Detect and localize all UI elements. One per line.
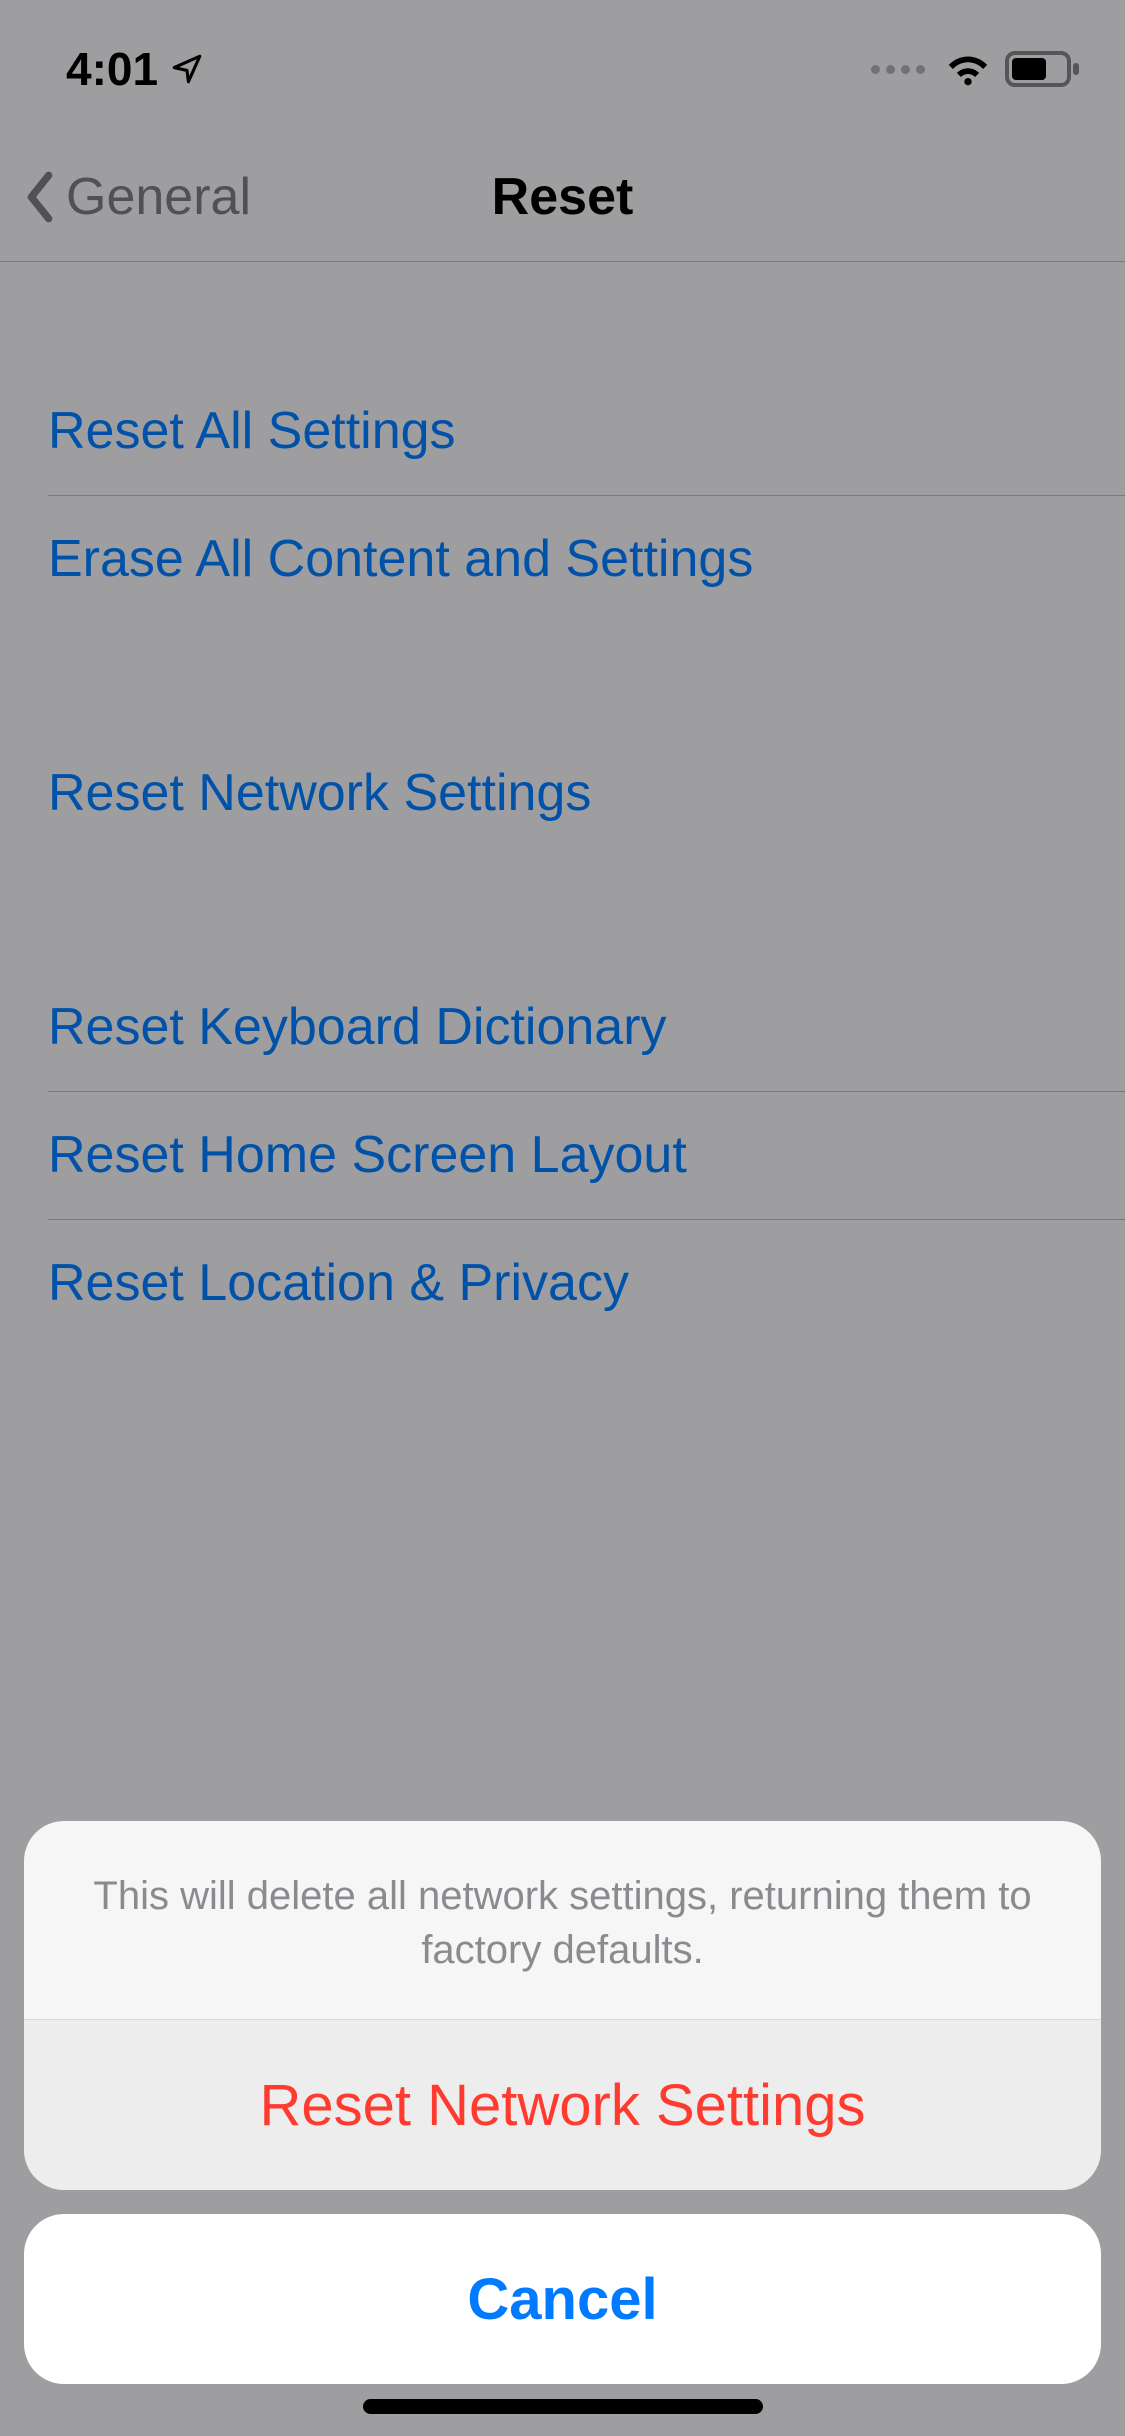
reset-all-settings-row[interactable]: Reset All Settings xyxy=(0,367,1125,495)
battery-icon xyxy=(1005,51,1081,87)
settings-group: Reset Keyboard Dictionary Reset Home Scr… xyxy=(0,962,1125,1348)
reset-keyboard-dictionary-row[interactable]: Reset Keyboard Dictionary xyxy=(0,963,1125,1091)
erase-all-content-row[interactable]: Erase All Content and Settings xyxy=(0,495,1125,623)
back-label: General xyxy=(66,167,251,227)
row-label: Reset Location & Privacy xyxy=(48,1253,629,1313)
navigation-bar: General Reset xyxy=(0,132,1125,262)
back-button[interactable]: General xyxy=(22,132,251,261)
wifi-icon xyxy=(945,51,991,87)
settings-group: Reset Network Settings xyxy=(0,728,1125,858)
action-sheet-card: This will delete all network settings, r… xyxy=(24,1821,1101,2190)
page-title: Reset xyxy=(492,167,634,227)
row-label: Reset Home Screen Layout xyxy=(48,1125,687,1185)
status-time: 4:01 xyxy=(66,42,158,96)
location-services-icon xyxy=(170,52,204,86)
home-indicator[interactable] xyxy=(363,2399,763,2414)
cancel-button[interactable]: Cancel xyxy=(24,2214,1101,2384)
confirm-reset-network-button[interactable]: Reset Network Settings xyxy=(24,2020,1101,2190)
settings-group: Reset All Settings Erase All Content and… xyxy=(0,366,1125,624)
action-sheet: This will delete all network settings, r… xyxy=(0,1821,1125,2436)
action-sheet-message: This will delete all network settings, r… xyxy=(24,1821,1101,2020)
row-label: Reset All Settings xyxy=(48,401,456,461)
reset-network-settings-row[interactable]: Reset Network Settings xyxy=(0,729,1125,857)
reset-location-privacy-row[interactable]: Reset Location & Privacy xyxy=(0,1219,1125,1347)
status-bar: 4:01 xyxy=(0,0,1125,132)
row-label: Reset Keyboard Dictionary xyxy=(48,997,667,1057)
reset-home-screen-layout-row[interactable]: Reset Home Screen Layout xyxy=(0,1091,1125,1219)
row-label: Erase All Content and Settings xyxy=(48,529,753,589)
chevron-left-icon xyxy=(22,171,58,223)
row-label: Reset Network Settings xyxy=(48,763,591,823)
cellular-signal-icon xyxy=(871,65,925,74)
